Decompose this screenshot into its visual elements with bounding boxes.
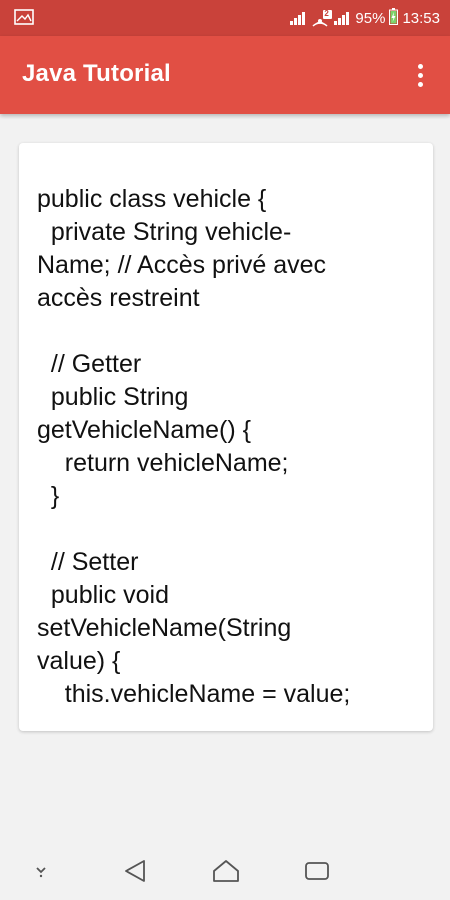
code-line: // Getter (37, 350, 142, 378)
signal-icon-2 (333, 10, 351, 26)
more-vert-icon-dot (417, 63, 423, 69)
more-vert-icon-dot (417, 81, 423, 87)
code-snippet: public class vehicle { private String ve… (37, 183, 417, 711)
code-line: accès restreint (37, 284, 200, 312)
notification-count: 2 (324, 9, 329, 18)
clock: 13:53 (402, 9, 440, 27)
back-triangle-icon (125, 860, 145, 882)
chevron-down-icon (36, 867, 46, 878)
code-line: public class vehicle { (37, 185, 267, 213)
app-bar: Java Tutorial (0, 36, 450, 114)
code-line: return vehicleName; (37, 449, 289, 477)
battery-percent: 95% (355, 9, 386, 27)
content-card: public class vehicle { private String ve… (19, 143, 433, 731)
status-indicators: 2 95% 13:53 (289, 0, 440, 36)
code-line: Name; // Accès privé avec (37, 251, 327, 279)
code-line: this.vehicleName = value; (37, 680, 351, 708)
code-line: } (37, 482, 60, 510)
code-line: // Setter (37, 548, 139, 576)
hide-nav-button[interactable] (24, 854, 58, 888)
battery-charging-icon (389, 7, 399, 29)
home-icon (213, 860, 239, 882)
code-line: public String (37, 383, 189, 411)
code-line: value) { (37, 647, 121, 675)
back-button[interactable] (118, 854, 152, 888)
overflow-menu-button[interactable] (408, 58, 432, 92)
code-line: setVehicleName(String (37, 614, 292, 642)
more-vert-icon-dot (417, 72, 423, 78)
recents-button[interactable] (300, 854, 334, 888)
image-notification-icon (14, 9, 34, 25)
app-title: Java Tutorial (22, 60, 171, 87)
navigation-bar (0, 840, 450, 900)
status-bar: 2 95% 13:53 (0, 0, 450, 36)
hotspot-icon: 2 (311, 9, 333, 27)
home-button[interactable] (209, 854, 243, 888)
signal-icon (289, 10, 307, 26)
code-line: private String vehicle- (37, 218, 292, 246)
code-line: getVehicleName() { (37, 416, 252, 444)
code-line: public void (37, 581, 170, 609)
recents-icon (305, 862, 329, 880)
